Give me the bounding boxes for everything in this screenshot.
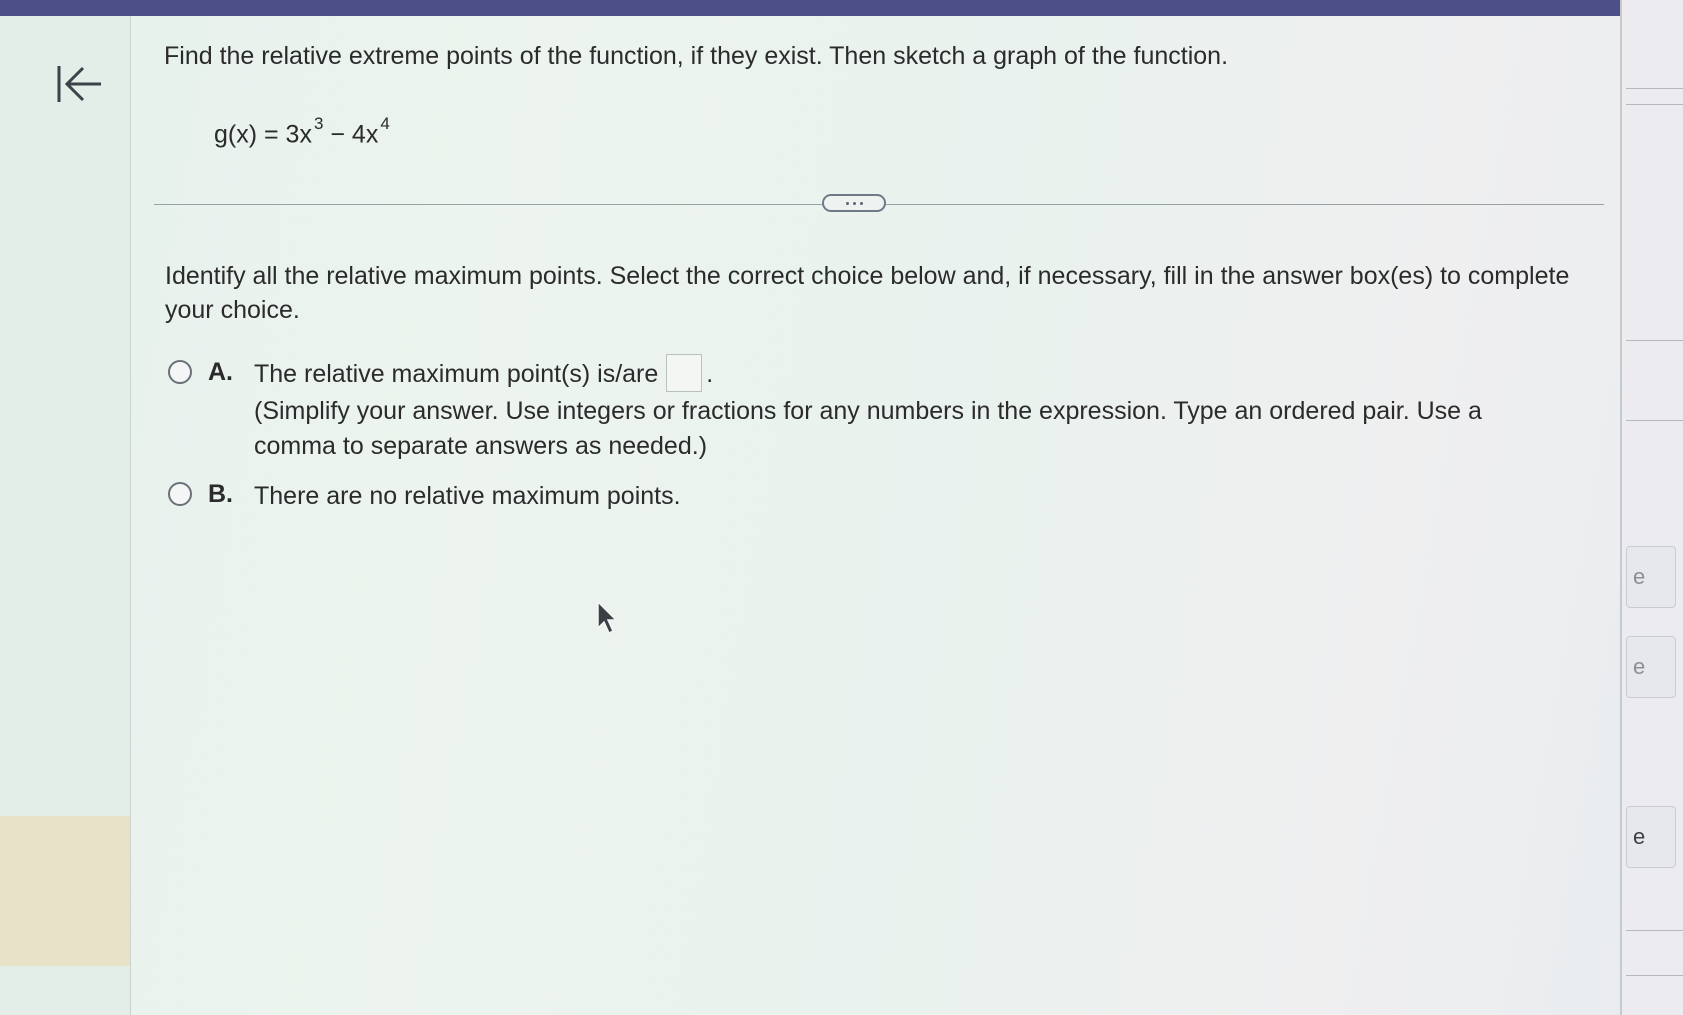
function-expression: g(x) = 3x 3 − 4x 4 <box>214 108 390 154</box>
choice-b-radio[interactable] <box>168 482 192 506</box>
choice-a-text: The relative maximum point(s) is/are <box>254 360 659 388</box>
choice-a[interactable]: A. The relative maximum point(s) is/are.… <box>168 354 1484 464</box>
choice-a-body: The relative maximum point(s) is/are. (S… <box>254 354 1484 464</box>
top-bar <box>0 0 1622 16</box>
panel-line <box>1626 340 1683 341</box>
mouse-pointer-icon <box>597 600 618 635</box>
choice-a-radio[interactable] <box>168 360 192 384</box>
side-button[interactable]: e <box>1626 636 1676 698</box>
choice-b-text: There are no relative maximum points. <box>254 482 681 510</box>
exponent-three: 3 <box>313 114 324 133</box>
choice-a-period: . <box>706 360 714 388</box>
choice-b-letter: B. <box>208 480 233 508</box>
function-mid: − 4x <box>323 120 379 149</box>
back-to-start-icon <box>57 66 101 102</box>
question-prompt: Find the relative extreme points of the … <box>164 42 1229 70</box>
question-content: Find the relative extreme points of the … <box>130 16 1620 1015</box>
panel-line <box>1626 420 1683 421</box>
side-button[interactable]: e <box>1626 806 1676 868</box>
side-button[interactable]: e <box>1626 546 1676 608</box>
more-dots-icon <box>852 201 856 205</box>
left-rail <box>0 16 131 1015</box>
answer-input-box[interactable] <box>666 354 703 393</box>
panel-line <box>1626 88 1683 89</box>
panel-line <box>1626 975 1683 976</box>
expand-button[interactable] <box>822 194 886 212</box>
instruction-text: Identify all the relative maximum points… <box>165 262 1570 324</box>
more-dots-icon <box>845 201 849 205</box>
left-rail-highlight <box>0 816 130 966</box>
choice-a-hint: (Simplify your answer. Use integers or f… <box>254 397 1482 461</box>
panel-line <box>1626 930 1683 931</box>
back-to-start-button[interactable] <box>52 58 108 110</box>
choice-a-letter: A. <box>208 358 233 386</box>
exponent-four: 4 <box>380 114 390 133</box>
panel-line <box>1626 104 1683 105</box>
right-side-panel: e e e <box>1620 0 1683 1015</box>
function-lhs: g(x) = 3x <box>214 120 312 149</box>
more-dots-icon <box>859 201 863 205</box>
choice-b[interactable]: B. There are no relative maximum points. <box>168 478 681 514</box>
